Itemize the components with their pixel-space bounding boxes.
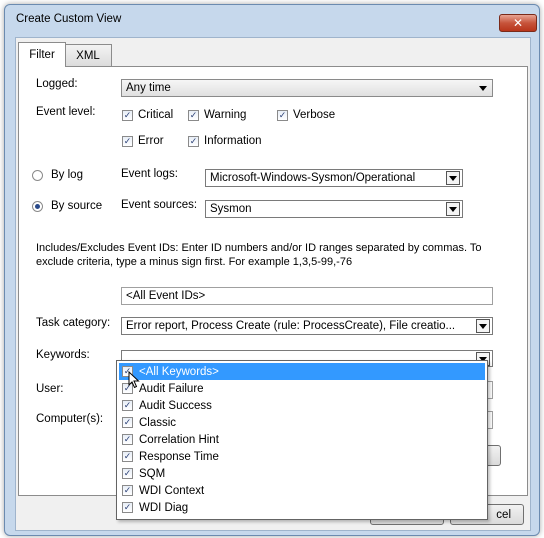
chevron-down-icon xyxy=(476,319,490,333)
checkbox-checked-icon: ✓ xyxy=(122,451,133,462)
keyword-label: SQM xyxy=(139,467,166,480)
event-sources-select[interactable]: Sysmon xyxy=(205,200,463,218)
event-level-label: Event level: xyxy=(36,106,96,118)
keyword-label: Audit Success xyxy=(139,399,212,412)
chevron-down-icon xyxy=(446,171,460,185)
by-source-radio[interactable]: By source xyxy=(32,200,102,212)
computers-label: Computer(s): xyxy=(36,413,104,425)
event-ids-input[interactable]: <All Event IDs> xyxy=(121,287,493,305)
title-bar[interactable]: Create Custom View ✕ xyxy=(5,5,539,33)
keyword-item-audit-success[interactable]: ✓ Audit Success xyxy=(119,397,485,414)
tab-xml[interactable]: XML xyxy=(64,44,112,66)
radio-selected-icon xyxy=(32,200,43,212)
level-error-checkbox[interactable]: ✓ Error xyxy=(122,135,164,147)
level-warning-label: Warning xyxy=(204,109,247,121)
chevron-down-icon xyxy=(476,81,490,95)
keyword-item-response-time[interactable]: ✓ Response Time xyxy=(119,448,485,465)
checkbox-checked-icon: ✓ xyxy=(122,400,133,411)
keyword-item-sqm[interactable]: ✓ SQM xyxy=(119,465,485,482)
level-critical-checkbox[interactable]: ✓ Critical xyxy=(122,109,173,121)
by-log-radio[interactable]: By log xyxy=(32,169,83,181)
cancel-button-label: cel xyxy=(496,508,511,521)
chevron-down-icon xyxy=(446,202,460,216)
checkbox-checked-icon: ✓ xyxy=(188,109,199,121)
event-ids-value: <All Event IDs> xyxy=(126,290,206,302)
checkbox-checked-icon: ✓ xyxy=(122,485,133,496)
keyword-label: Audit Failure xyxy=(139,382,204,395)
level-verbose-checkbox[interactable]: ✓ Verbose xyxy=(277,109,335,121)
event-logs-value: Microsoft-Windows-Sysmon/Operational xyxy=(210,172,416,184)
level-information-checkbox[interactable]: ✓ Information xyxy=(188,135,262,147)
logged-select[interactable]: Any time xyxy=(121,79,493,97)
keyword-item-correlation-hint[interactable]: ✓ Correlation Hint xyxy=(119,431,485,448)
keyword-label: WDI Diag xyxy=(139,501,189,514)
user-label: User: xyxy=(36,383,64,395)
keyword-label: <All Keywords> xyxy=(139,365,219,378)
checkbox-checked-icon: ✓ xyxy=(122,135,133,147)
event-ids-help-text: Includes/Excludes Event IDs: Enter ID nu… xyxy=(36,242,482,268)
checkbox-checked-icon: ✓ xyxy=(277,109,288,121)
checkbox-checked-icon: ✓ xyxy=(188,135,199,147)
close-icon: ✕ xyxy=(512,16,524,30)
level-error-label: Error xyxy=(138,135,164,147)
window-title: Create Custom View xyxy=(16,13,122,25)
task-category-label: Task category: xyxy=(36,317,111,329)
mouse-cursor-icon xyxy=(128,371,140,389)
keyword-label: WDI Context xyxy=(139,484,205,497)
logged-value: Any time xyxy=(126,82,171,94)
level-critical-label: Critical xyxy=(138,109,174,121)
level-verbose-label: Verbose xyxy=(293,109,336,121)
checkbox-checked-icon: ✓ xyxy=(122,468,133,479)
checkbox-checked-icon: ✓ xyxy=(122,417,133,428)
keyword-item-wdi-diag[interactable]: ✓ WDI Diag xyxy=(119,499,485,516)
event-logs-label: Event logs: xyxy=(121,168,178,180)
keywords-dropdown-list[interactable]: ✓ <All Keywords> ✓ Audit Failure ✓ Audit… xyxy=(116,360,488,520)
checkbox-checked-icon: ✓ xyxy=(122,109,133,121)
event-sources-label: Event sources: xyxy=(121,199,198,211)
logged-label: Logged: xyxy=(36,78,78,90)
tab-filter[interactable]: Filter xyxy=(18,42,66,67)
event-sources-value: Sysmon xyxy=(210,203,252,215)
keyword-item-classic[interactable]: ✓ Classic xyxy=(119,414,485,431)
tab-xml-label: XML xyxy=(76,49,100,62)
by-log-label: By log xyxy=(51,169,83,181)
tab-filter-label: Filter xyxy=(29,49,55,61)
close-button[interactable]: ✕ xyxy=(499,14,537,32)
checkbox-checked-icon: ✓ xyxy=(122,502,133,513)
task-category-select[interactable]: Error report, Process Create (rule: Proc… xyxy=(121,317,493,335)
task-category-value: Error report, Process Create (rule: Proc… xyxy=(126,320,456,332)
event-logs-select[interactable]: Microsoft-Windows-Sysmon/Operational xyxy=(205,169,463,187)
level-information-label: Information xyxy=(204,135,262,147)
keyword-label: Classic xyxy=(139,416,177,429)
keyword-label: Correlation Hint xyxy=(139,433,219,446)
keyword-label: Response Time xyxy=(139,450,219,463)
by-source-label: By source xyxy=(51,200,103,212)
checkbox-checked-icon: ✓ xyxy=(122,434,133,445)
level-warning-checkbox[interactable]: ✓ Warning xyxy=(188,109,246,121)
keywords-label: Keywords: xyxy=(36,349,90,361)
keyword-item-wdi-context[interactable]: ✓ WDI Context xyxy=(119,482,485,499)
keyword-item-all[interactable]: ✓ <All Keywords> xyxy=(119,363,485,380)
keyword-item-audit-failure[interactable]: ✓ Audit Failure xyxy=(119,380,485,397)
radio-unselected-icon xyxy=(32,169,43,181)
